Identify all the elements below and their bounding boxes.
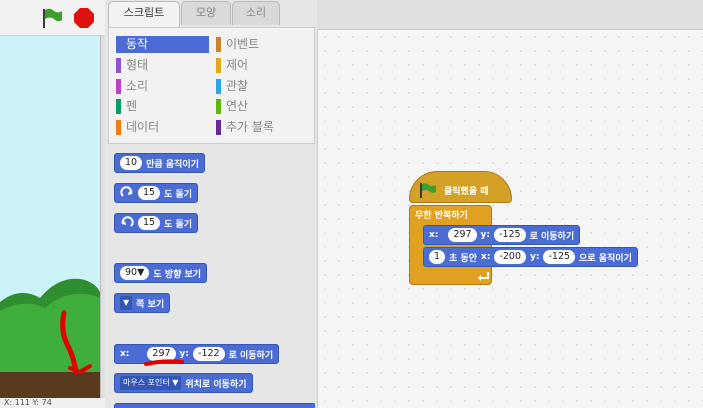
green-flag-icon[interactable]	[40, 7, 64, 29]
script-area[interactable]: 클릭했을 때 무한 반복하기 x: 297 y: -125 로 이동하기 1 초…	[317, 29, 703, 408]
rotate-counterclockwise-icon	[121, 216, 134, 227]
category-selector: 동작 이벤트 형태 제어 소리 관찰 펜 연산 데이터 추가 블록	[108, 27, 315, 144]
stage-canvas[interactable]	[0, 36, 101, 398]
red-annotation-mark	[144, 359, 184, 366]
goto-xy-block[interactable]: x: 297 y: -125 로 이동하기	[423, 225, 581, 245]
category-control[interactable]: 제어	[216, 57, 312, 74]
category-more-blocks[interactable]: 추가 블록	[216, 119, 312, 136]
category-events[interactable]: 이벤트	[216, 36, 312, 53]
block-list: 10 만큼 움직이기 15 도 돌기 15 도 돌기 90▼ 도 방향 보기 ▼…	[108, 147, 315, 408]
forever-label: 무한 반복하기	[415, 211, 468, 221]
point-in-direction-block[interactable]: 90▼ 도 방향 보기	[114, 263, 208, 283]
move-steps-block[interactable]: 10 만큼 움직이기	[114, 153, 205, 173]
when-flag-clicked-block[interactable]: 클릭했을 때	[409, 171, 512, 203]
y-input[interactable]: -122	[193, 347, 225, 361]
category-looks[interactable]: 형태	[116, 57, 209, 74]
tab-sounds[interactable]: 소리	[232, 1, 280, 25]
glide-block[interactable]: 1 초 동안 x: -200 y: -125 으로 움직이기	[423, 247, 638, 267]
point-towards-block[interactable]: ▼ 쪽 보기	[114, 293, 171, 313]
tab-scripts[interactable]: 스크립트	[108, 1, 180, 27]
editor-tabs: 스크립트 모양 소리	[105, 0, 317, 27]
target-dropdown[interactable]: ▼	[120, 296, 133, 310]
turn-left-block[interactable]: 15 도 돌기	[114, 213, 199, 233]
y-input[interactable]: -125	[543, 250, 576, 264]
degrees-input[interactable]: 15	[138, 186, 161, 200]
category-pen[interactable]: 펜	[116, 98, 209, 115]
category-sound[interactable]: 소리	[116, 78, 209, 95]
degrees-input[interactable]: 15	[138, 216, 161, 230]
green-flag-icon	[420, 183, 436, 198]
y-input[interactable]: -125	[494, 228, 526, 242]
block-palette: 스크립트 모양 소리 동작 이벤트 형태 제어 소리 관찰 펜 연산 데이터 추…	[105, 0, 317, 408]
rotate-clockwise-icon	[120, 186, 133, 197]
stage-toolbar	[0, 0, 105, 36]
x-input[interactable]: 297	[448, 228, 477, 242]
mouse-coordinates: X: 111 Y: 74	[0, 398, 105, 408]
category-motion[interactable]: 동작	[116, 36, 209, 53]
category-data[interactable]: 데이터	[116, 119, 209, 136]
goto-target-block[interactable]: 마우스 포인터 ▼ 위치로 이동하기	[114, 373, 253, 393]
seconds-input[interactable]: 1	[429, 250, 446, 264]
direction-input[interactable]: 90▼	[120, 266, 150, 280]
x-input[interactable]: -200	[494, 250, 526, 264]
loop-arrow-icon	[478, 272, 489, 281]
tab-costumes[interactable]: 모양	[181, 1, 231, 25]
stop-sign-icon[interactable]	[73, 7, 95, 29]
steps-input[interactable]: 10	[120, 156, 143, 170]
category-operators[interactable]: 연산	[216, 98, 312, 115]
glide-block[interactable]	[114, 403, 315, 408]
turn-right-block[interactable]: 15 도 돌기	[114, 183, 199, 203]
target-dropdown[interactable]: 마우스 포인터 ▼	[120, 376, 182, 390]
goto-xy-block[interactable]: x: 297 y: -122 로 이동하기	[114, 344, 280, 364]
category-sensing[interactable]: 관찰	[216, 78, 312, 95]
